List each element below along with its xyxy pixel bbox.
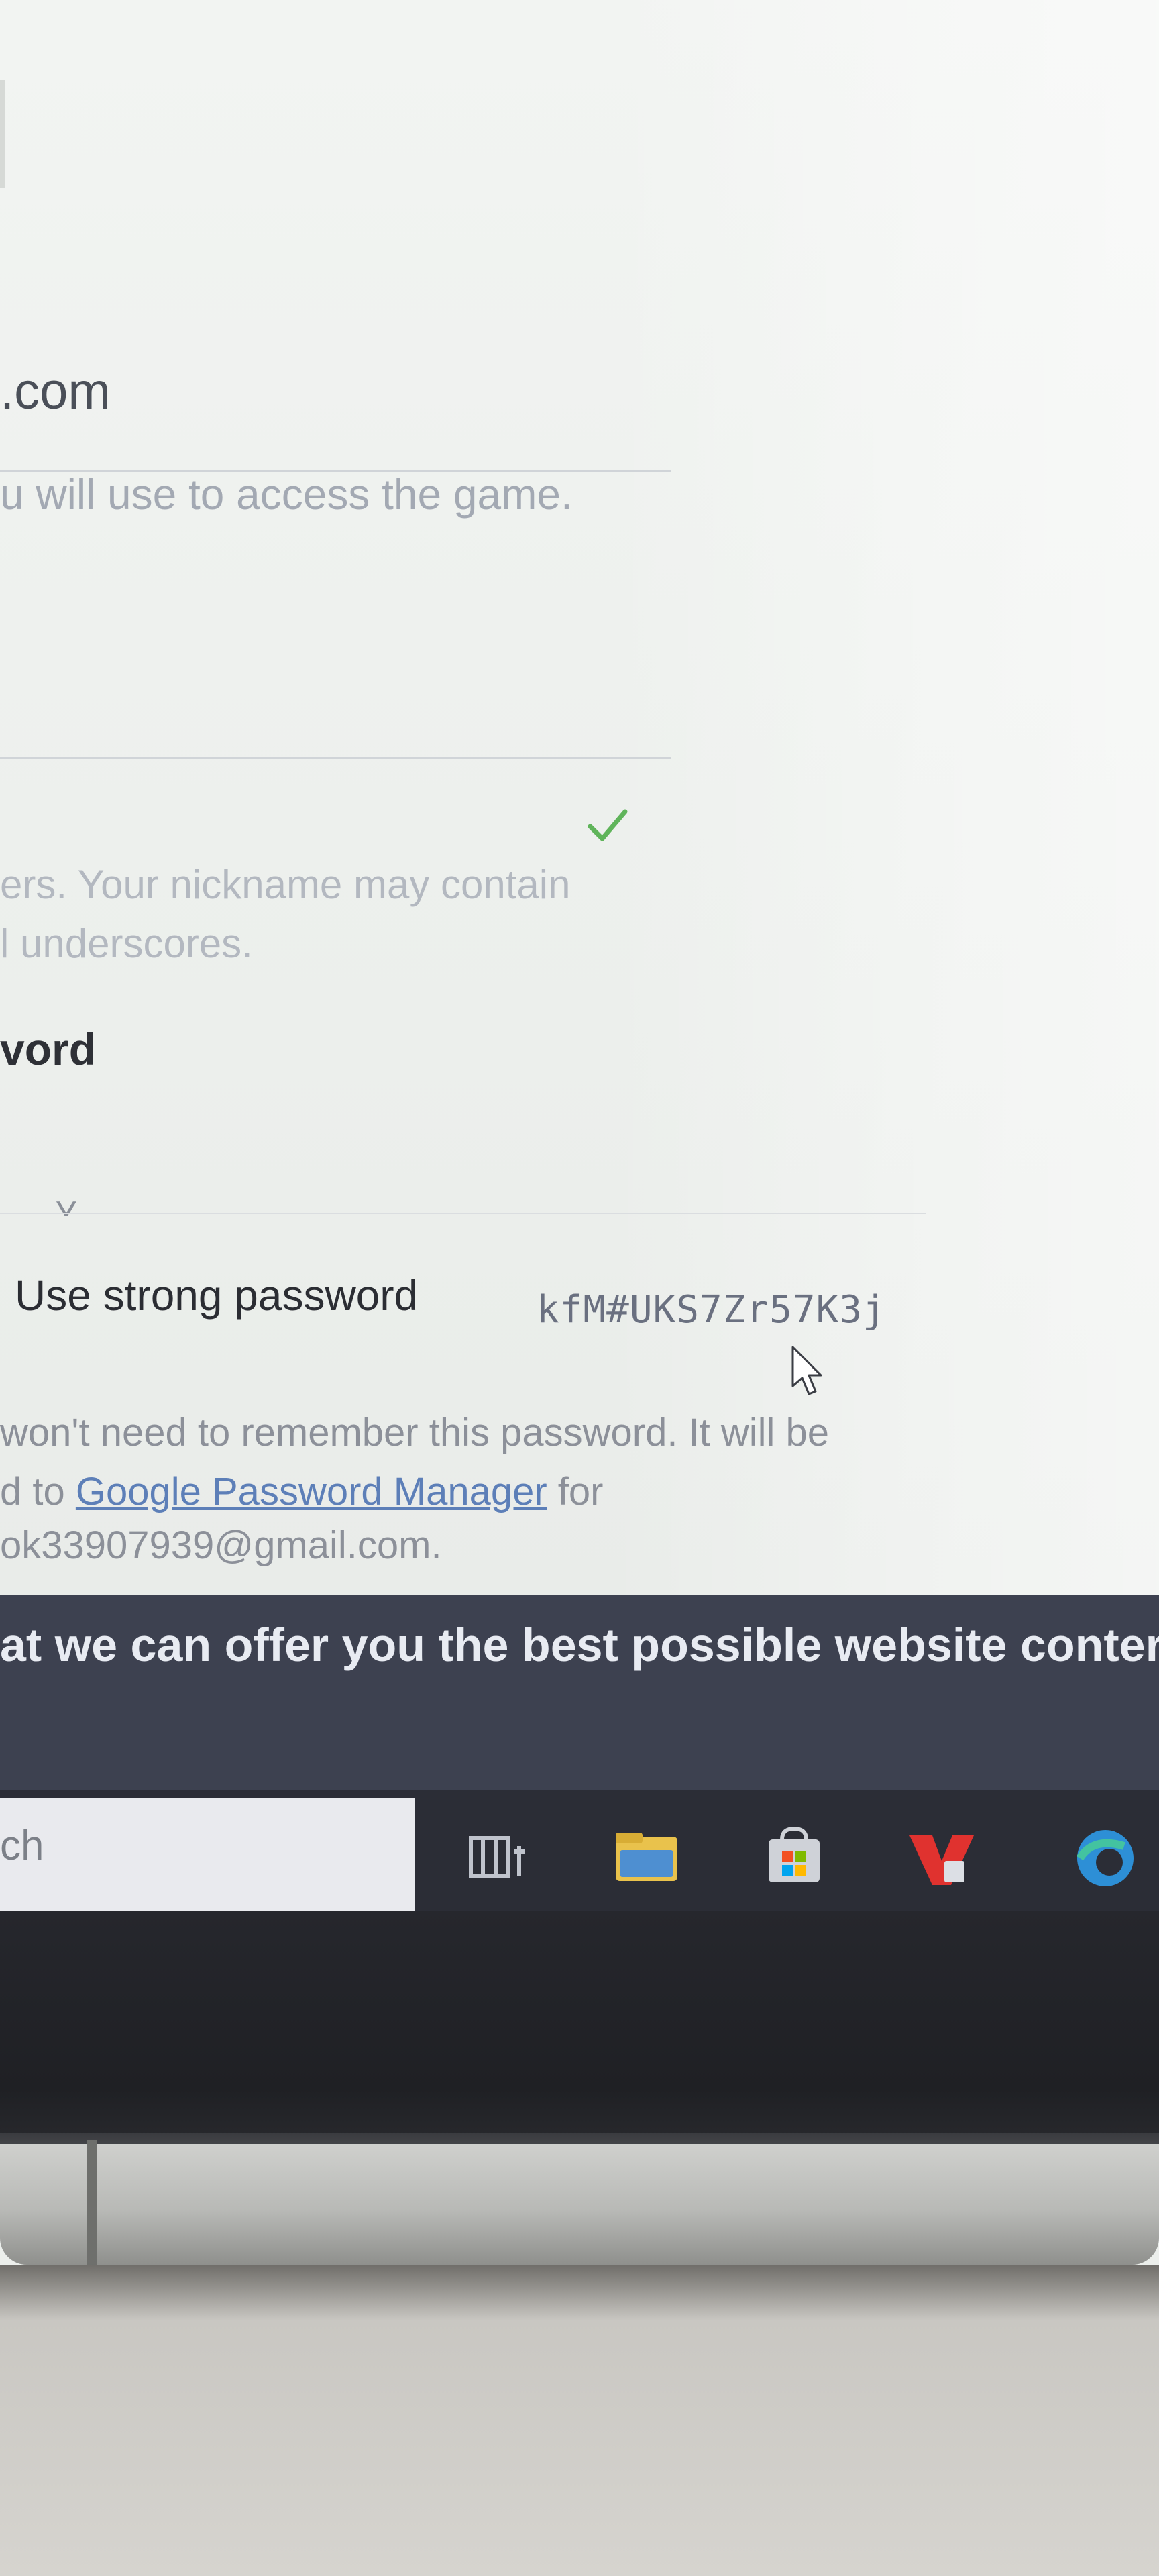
nickname-hint: ers. Your nickname may contain xyxy=(0,862,571,907)
cookie-banner-text: at we can offer you the best possible we… xyxy=(0,1619,1159,1671)
account-email: ok33907939@gmail.com. xyxy=(0,1523,442,1567)
nickname-field-underline xyxy=(0,757,671,759)
password-field[interactable] xyxy=(0,1100,926,1213)
store-icon[interactable] xyxy=(758,1823,830,1890)
file-explorer-icon[interactable] xyxy=(610,1823,683,1890)
check-icon xyxy=(588,809,628,841)
password-info-line1: won't need to remember this password. It… xyxy=(0,1411,830,1454)
generated-password: kfM#UKS7Zr57K3j xyxy=(537,1288,886,1332)
mouse-cursor-icon xyxy=(791,1346,822,1395)
laptop-hinge xyxy=(0,2144,1159,2265)
browser-page xyxy=(0,0,1159,1610)
taskbar-search-text: ch xyxy=(0,1823,44,1869)
chevron-down-icon: ˅ xyxy=(54,1193,78,1226)
app-icon[interactable] xyxy=(905,1823,978,1890)
password-field-underline xyxy=(0,1213,926,1214)
laptop-deck xyxy=(0,2265,1159,2576)
email-field[interactable]: .com xyxy=(0,362,111,421)
edge-icon[interactable] xyxy=(1066,1823,1139,1890)
use-strong-password-label: Use strong password xyxy=(15,1271,419,1320)
task-view-icon[interactable] xyxy=(463,1823,535,1890)
nickname-hint-2: l underscores. xyxy=(0,921,253,966)
email-hint: u will use to access the game. xyxy=(0,470,573,519)
laptop-hinge-seam xyxy=(87,2140,97,2274)
nickname-field[interactable] xyxy=(0,644,671,757)
page-edge xyxy=(0,80,5,188)
password-info-line2: d to Google Password Manager for xyxy=(0,1470,604,1513)
laptop-bezel xyxy=(0,1911,1159,2165)
password-label: vord xyxy=(0,1024,97,1074)
google-password-manager-link[interactable]: Google Password Manager xyxy=(76,1470,547,1513)
taskbar-search-box[interactable] xyxy=(0,1798,415,1911)
